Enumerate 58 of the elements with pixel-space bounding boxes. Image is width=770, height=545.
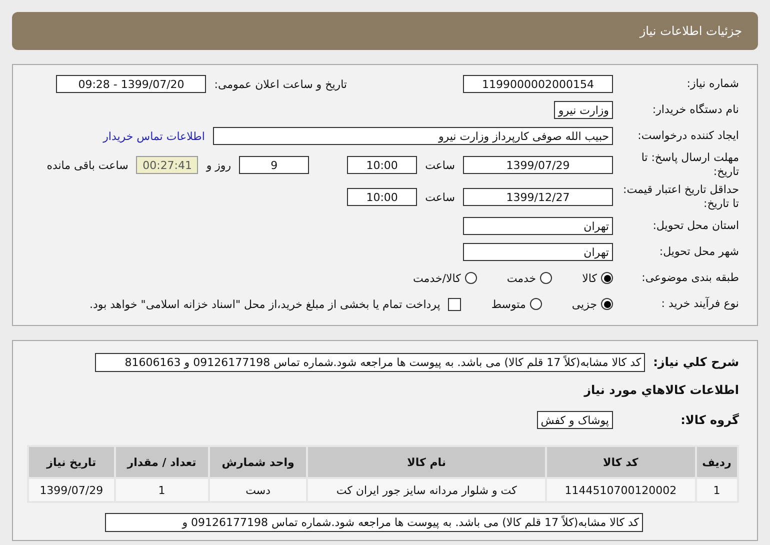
remaining-time-field: 00:27:41: [136, 156, 198, 174]
column-header: ردیف: [696, 447, 737, 477]
radio-button[interactable]: [464, 272, 477, 284]
radio-button[interactable]: [540, 272, 552, 284]
column-header: تعداد / مقدار: [116, 447, 208, 477]
checkbox[interactable]: [448, 298, 462, 310]
column-header: واحد شمارش: [210, 447, 306, 477]
field-label: ساعت: [425, 158, 455, 172]
province-field: تهران: [463, 217, 613, 235]
announce-date-field: 1399/07/20 - 09:28: [56, 75, 206, 93]
description-field: کد کالا مشابه(کلاً 17 قلم کالا) می باشد. به پیوست ها مراجعه شود.شماره تماس 09126177198 و: [105, 513, 643, 532]
option-label: خدمت: [506, 272, 536, 284]
table-cell: 1399/07/29: [29, 479, 114, 501]
field-label: گروه کالا:: [680, 413, 739, 427]
field-label: نوع فرآیند خرید :: [660, 297, 739, 311]
date-field: 1399/12/27: [463, 188, 613, 206]
field-label: شماره نیاز:: [686, 77, 739, 91]
column-header: تاریخ نیاز: [29, 447, 114, 477]
table-cell: دست: [210, 479, 306, 501]
field-label: مهلت ارسال پاسخ: تا تاریخ:: [640, 151, 739, 179]
option-label: کالا: [582, 272, 597, 284]
option-label: جزیی: [572, 298, 597, 310]
goods-group-field: پوشاک و کفش: [536, 411, 613, 429]
description-field: کد کالا مشابه(کلاً 17 قلم کالا) می باشد. به پیوست ها مراجعه شود.شماره تماس 09126177198 و 81606163: [95, 352, 646, 372]
buyer-contact-link[interactable]: اطلاعات تماس خریدار: [103, 130, 205, 142]
field-label: ساعت باقی مانده: [46, 158, 128, 172]
table-cell: 1144510700120002: [546, 479, 695, 501]
table-cell: 1: [116, 479, 208, 501]
section-heading: اطلاعات كالاهاي مورد نياز: [584, 383, 739, 397]
field-label: استان محل تحویل:: [652, 219, 739, 233]
radio-button[interactable]: [601, 272, 613, 284]
time-field: 10:00: [347, 188, 418, 206]
creator-field: حبیب الله صوفی کارپرداز وزارت نیرو: [213, 127, 613, 145]
field-label: ساعت: [425, 190, 455, 204]
days-field: 9: [239, 156, 310, 174]
option-label: کالا/خدمت: [413, 272, 461, 284]
time-field: 10:00: [347, 156, 418, 174]
field-label: تاریخ و ساعت اعلان عمومی:: [214, 78, 347, 90]
checkbox-label: پرداخت تمام یا بخشی از مبلغ خرید،از محل "اسناد خزانه اسلامی" خواهد بود.: [90, 298, 440, 310]
city-field: تهران: [463, 243, 613, 261]
date-field: 1399/07/29: [463, 156, 613, 174]
page-title: جزئیات اطلاعات نیاز: [640, 24, 742, 38]
column-header: کد کالا: [546, 447, 695, 477]
field-label: نام دستگاه خریدار:: [651, 103, 739, 117]
field-label: ایجاد کننده درخواست:: [636, 129, 739, 143]
need-number-field: 1199000002000154: [463, 75, 613, 93]
field-label: روز و: [206, 158, 232, 172]
radio-button[interactable]: [601, 298, 613, 310]
table-cell: 1: [696, 479, 737, 501]
field-label: طبقه بندی موضوعی:: [640, 271, 739, 285]
field-label: حداقل تاریخ اعتبار قیمت: تا تاریخ:: [622, 183, 739, 211]
buyer-field: وزارت نیرو: [554, 101, 613, 119]
column-header: نام کالا: [308, 447, 545, 477]
radio-button[interactable]: [530, 298, 542, 310]
table-cell: کت و شلوار مردانه سایز جور ایران کت: [308, 479, 545, 501]
field-label: شهر محل تحویل:: [658, 245, 739, 259]
option-label: متوسط: [491, 298, 526, 310]
field-label: شرح كلي نياز:: [653, 355, 739, 369]
